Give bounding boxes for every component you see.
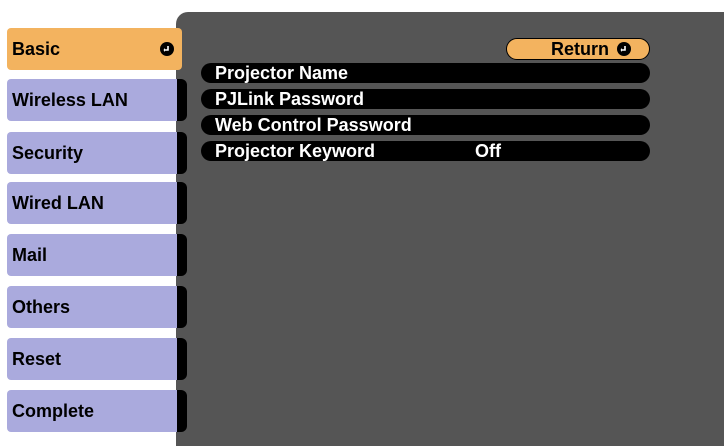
sidebar-item-label: Mail (12, 244, 48, 265)
tab-edge (177, 338, 187, 380)
setting-row-projector-keyword[interactable]: Projector Keyword Off (201, 141, 650, 161)
setting-label: Projector Keyword (215, 141, 376, 161)
sidebar-item-reset[interactable]: Reset (7, 338, 187, 380)
enter-icon (617, 42, 631, 56)
tab-edge (177, 234, 187, 276)
setting-label: Web Control Password (215, 115, 412, 135)
tab-edge (177, 286, 187, 328)
sidebar-item-wireless-lan[interactable]: Wireless LAN (7, 79, 187, 121)
sidebar-item-complete[interactable]: Complete (7, 390, 187, 432)
tab-edge (177, 132, 187, 174)
setting-label: PJLink Password (215, 89, 365, 109)
tab-edge (177, 390, 187, 432)
sidebar-item-label: Security (12, 142, 84, 163)
sidebar-item-others[interactable]: Others (7, 286, 187, 328)
sidebar-item-label: Reset (12, 348, 62, 369)
sidebar-item-wired-lan[interactable]: Wired LAN (7, 182, 187, 224)
setting-row-projector-name[interactable]: Projector Name (201, 63, 650, 83)
enter-icon (160, 42, 174, 56)
tab-edge (177, 79, 187, 121)
setting-label: Projector Name (215, 63, 349, 83)
sidebar-item-basic[interactable]: Basic (7, 28, 182, 70)
tab-edge (177, 182, 187, 224)
sidebar-item-label: Basic (12, 38, 61, 59)
sidebar-item-label: Others (12, 296, 71, 317)
sidebar-item-mail[interactable]: Mail (7, 234, 187, 276)
return-label: Return (551, 38, 609, 59)
return-button[interactable]: Return (506, 38, 650, 60)
setting-value: Off (475, 141, 501, 161)
sidebar-item-label: Wireless LAN (12, 89, 128, 110)
sidebar-item-label: Wired LAN (12, 192, 104, 213)
sidebar-item-label: Complete (12, 400, 95, 421)
sidebar-item-security[interactable]: Security (7, 132, 187, 174)
setting-row-web-control-password[interactable]: Web Control Password (201, 115, 650, 135)
setting-row-pjlink-password[interactable]: PJLink Password (201, 89, 650, 109)
